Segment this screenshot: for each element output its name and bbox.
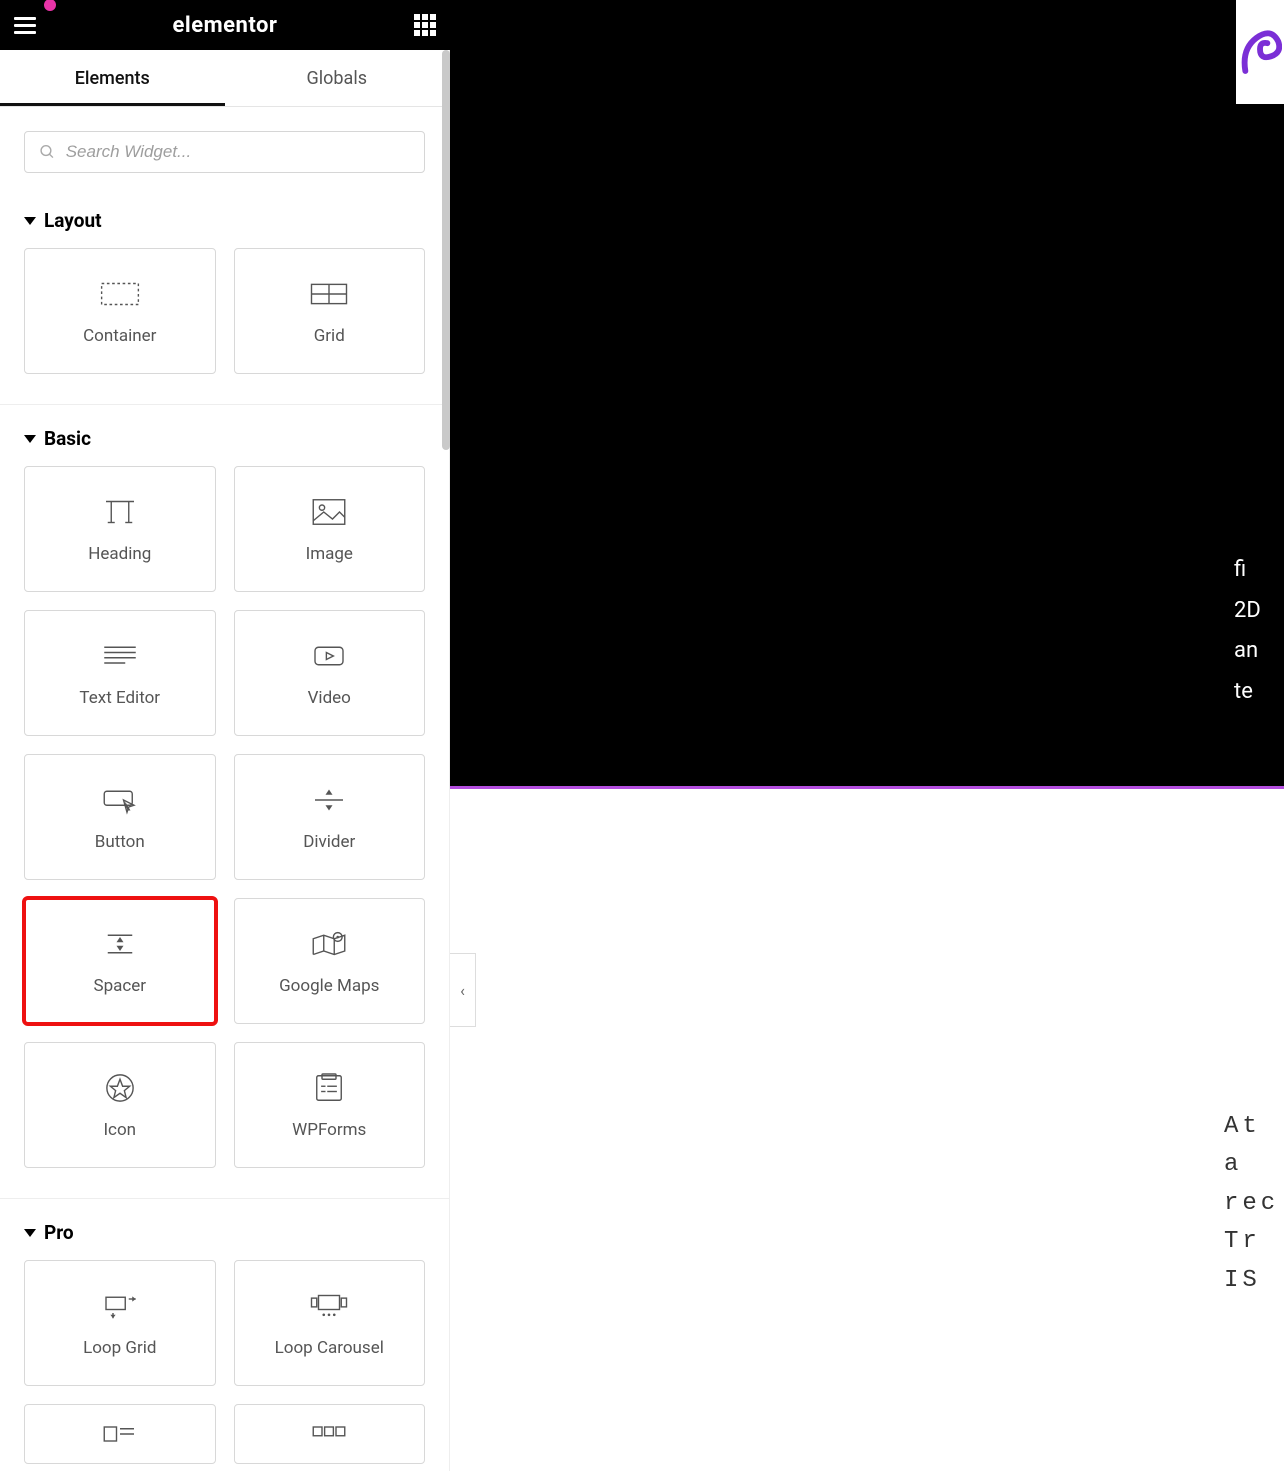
collapse-panel-button[interactable]: ‹	[450, 953, 476, 1027]
editor-topbar: elementor	[0, 0, 450, 50]
placeholder-icon	[308, 1416, 350, 1452]
widget-loop-carousel[interactable]: Loop Carousel	[234, 1260, 426, 1386]
widget-label: Grid	[314, 326, 345, 346]
section-title: Basic	[44, 427, 91, 450]
container-icon	[99, 276, 141, 312]
search-icon	[39, 143, 56, 161]
widget-label: Button	[95, 832, 145, 852]
widget-label: Google Maps	[279, 976, 379, 996]
image-icon	[308, 494, 350, 530]
text-editor-icon	[99, 638, 141, 674]
canvas-logo-badge	[1236, 0, 1284, 104]
widget-button[interactable]: Button	[24, 754, 216, 880]
widget-label: Video	[308, 688, 351, 708]
widget-image[interactable]: Image	[234, 466, 426, 592]
widget-label: Text Editor	[79, 688, 160, 708]
caret-down-icon	[24, 435, 36, 443]
widget-divider[interactable]: Divider	[234, 754, 426, 880]
widget-container[interactable]: Container	[24, 248, 216, 374]
panel-scrollbar[interactable]	[442, 50, 450, 450]
heading-icon	[99, 494, 141, 530]
search-widget-field[interactable]	[24, 131, 425, 173]
grid-icon	[308, 276, 350, 312]
tab-label: Elements	[75, 68, 150, 89]
divider-icon	[308, 782, 350, 818]
caret-down-icon	[24, 217, 36, 225]
section-toggle-basic[interactable]: Basic	[24, 417, 425, 466]
section-toggle-layout[interactable]: Layout	[24, 199, 425, 248]
tab-elements[interactable]: Elements	[0, 50, 225, 106]
widget-text-editor[interactable]: Text Editor	[24, 610, 216, 736]
section-layout: Layout Container Grid	[0, 193, 449, 384]
widget-label: Heading	[88, 544, 151, 564]
map-pin-icon	[308, 926, 350, 962]
section-title: Pro	[44, 1221, 74, 1244]
widget-label: Image	[306, 544, 353, 564]
widget-label: WPForms	[292, 1120, 366, 1140]
chevron-left-icon: ‹	[460, 981, 465, 1000]
notification-dot-icon	[44, 0, 56, 11]
canvas-body-text-fragment: At a rec Tr IS	[1224, 1108, 1284, 1300]
placeholder-icon	[99, 1416, 141, 1452]
panel-tabs: Elements Globals	[0, 50, 449, 107]
widget-label: Icon	[103, 1120, 136, 1140]
widget-label: Loop Grid	[83, 1338, 156, 1358]
widget-grid[interactable]: Grid	[234, 248, 426, 374]
star-icon	[99, 1070, 141, 1106]
brand-label: elementor	[173, 13, 278, 38]
section-toggle-pro[interactable]: Pro	[24, 1211, 425, 1260]
widgets-panel: Elements Globals Layout Container Grid	[0, 50, 450, 1471]
loop-grid-icon	[99, 1288, 141, 1324]
form-icon	[308, 1070, 350, 1106]
widget-spacer[interactable]: Spacer	[24, 898, 216, 1024]
search-input[interactable]	[66, 142, 410, 162]
widget-label: Loop Carousel	[275, 1338, 384, 1358]
widget-google-maps[interactable]: Google Maps	[234, 898, 426, 1024]
section-pro: Pro Loop Grid Loop Carousel	[0, 1205, 449, 1471]
section-divider	[0, 1198, 449, 1199]
section-basic: Basic Heading Image Text Editor Video Bu…	[0, 411, 449, 1178]
button-icon	[99, 782, 141, 818]
canvas-hero-text-fragment: fi 2D an te	[1234, 550, 1284, 713]
widget-heading[interactable]: Heading	[24, 466, 216, 592]
spacer-icon	[99, 926, 141, 962]
editor-canvas[interactable]: fi 2D an te At a rec Tr IS	[450, 0, 1284, 1471]
widget-wpforms[interactable]: WPForms	[234, 1042, 426, 1168]
widget-icon[interactable]: Icon	[24, 1042, 216, 1168]
widget-video[interactable]: Video	[234, 610, 426, 736]
caret-down-icon	[24, 1229, 36, 1237]
section-divider	[0, 404, 449, 405]
widget-loop-grid[interactable]: Loop Grid	[24, 1260, 216, 1386]
widget-placeholder[interactable]	[234, 1404, 426, 1464]
video-icon	[308, 638, 350, 674]
widget-label: Container	[83, 326, 156, 346]
widget-label: Spacer	[93, 976, 146, 996]
tab-label: Globals	[307, 68, 367, 89]
logo-swirl-icon	[1238, 14, 1282, 84]
tab-globals[interactable]: Globals	[225, 50, 450, 106]
widget-placeholder[interactable]	[24, 1404, 216, 1464]
section-title: Layout	[44, 209, 102, 232]
canvas-section-border	[450, 786, 1284, 789]
widget-label: Divider	[303, 832, 355, 852]
canvas-hero-section[interactable]: fi 2D an te	[450, 0, 1284, 786]
apps-grid-icon[interactable]	[414, 14, 436, 36]
menu-icon[interactable]	[14, 17, 36, 34]
loop-carousel-icon	[308, 1288, 350, 1324]
